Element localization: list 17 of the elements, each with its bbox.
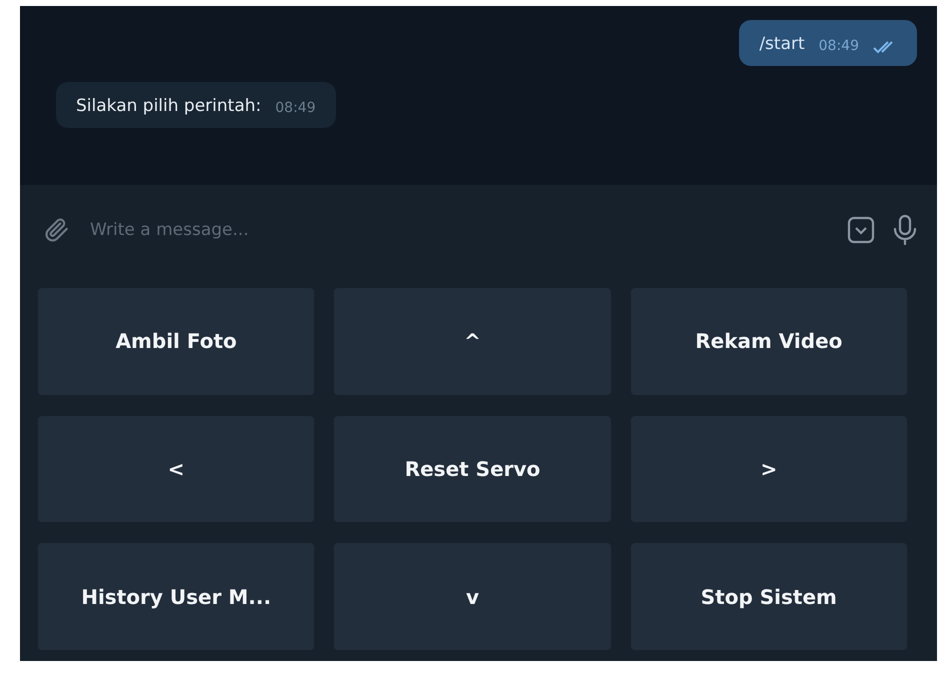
keyboard-button[interactable]: ^ [334, 288, 611, 395]
keyboard-button[interactable]: < [38, 416, 314, 522]
message-time: 08:49 [818, 38, 859, 54]
message-time: 08:49 [275, 100, 316, 116]
paperclip-icon[interactable] [44, 216, 70, 244]
keyboard-toggle-icon[interactable] [847, 216, 875, 244]
message-text: Silakan pilih perintah: [76, 96, 262, 116]
keyboard-button[interactable]: Stop Sistem [630, 543, 907, 650]
keyboard-button[interactable]: > [630, 416, 907, 522]
keyboard-button[interactable]: Reset Servo [334, 416, 611, 522]
microphone-icon[interactable] [893, 214, 917, 246]
keyboard-button[interactable]: v [334, 543, 611, 650]
keyboard-button[interactable]: Ambil Foto [38, 288, 314, 395]
keyboard-button[interactable]: Rekam Video [630, 288, 907, 395]
keyboard-button[interactable]: History User M... [38, 543, 314, 650]
message-input[interactable]: Write a message... [88, 219, 829, 241]
message-text: /start [759, 34, 805, 54]
